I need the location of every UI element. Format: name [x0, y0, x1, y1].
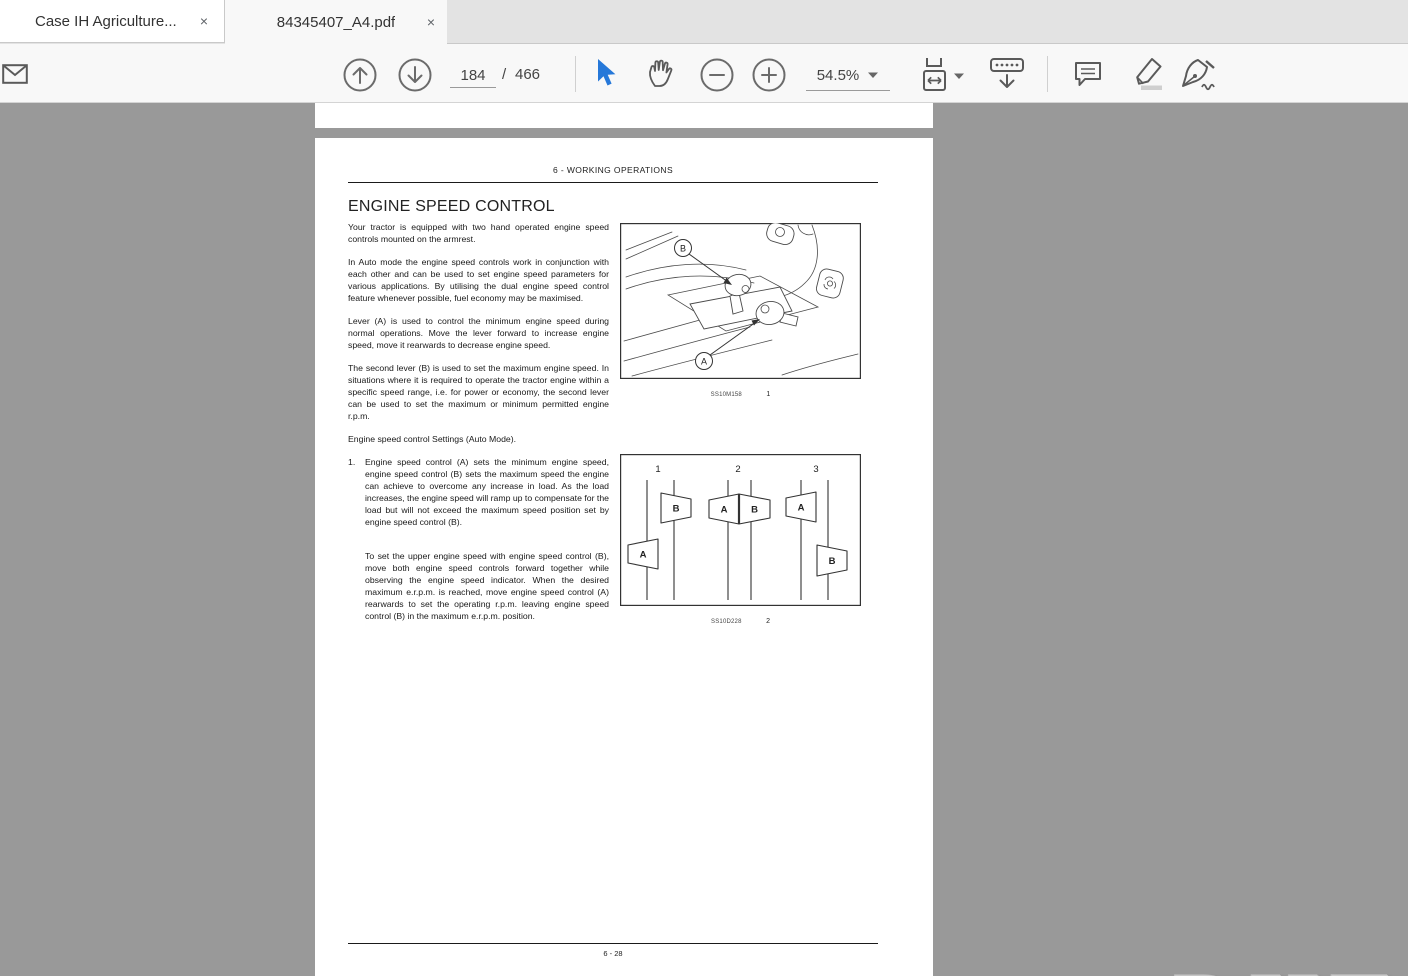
page-separator: /: [502, 66, 507, 83]
signature-icon[interactable]: [1178, 56, 1218, 92]
paragraph: The second lever (B) is used to set the …: [348, 363, 609, 421]
zoom-level-dropdown[interactable]: 54.5%: [806, 60, 890, 91]
watermark-logo-text: DHT: [1166, 967, 1392, 976]
paragraph: Lever (A) is used to control the minimum…: [348, 316, 609, 350]
zoom-dropdown-caret-icon: [868, 72, 879, 78]
list-number: 1.: [348, 457, 356, 467]
hand-tool-icon[interactable]: [644, 57, 676, 89]
tab-title: 84345407_A4.pdf: [276, 13, 396, 31]
figure2-position-2: 2: [735, 464, 740, 475]
page-number-input[interactable]: [450, 64, 496, 88]
figure2-lever-p3-bottom: B: [829, 556, 836, 567]
list-text: Engine speed control (A) sets the minimu…: [365, 457, 609, 527]
figure1-callout-a: A: [701, 357, 707, 367]
page-footer: 6 - 28: [603, 949, 623, 958]
paragraph: To set the upper engine speed with engin…: [365, 551, 609, 621]
toolbar-dock-icon[interactable]: [988, 56, 1026, 92]
fit-width-icon[interactable]: [918, 56, 952, 92]
zoom-out-icon[interactable]: [700, 58, 734, 92]
figure2-lever-p1-top: B: [673, 504, 680, 515]
close-icon[interactable]: ×: [425, 14, 437, 30]
paragraph: Your tractor is equipped with two hand o…: [348, 222, 609, 244]
figure2-lever-p3-top: A: [798, 503, 805, 514]
figure2-drawing: 1 2 3 B A A B A B: [620, 454, 861, 606]
fit-width-caret-icon[interactable]: [953, 72, 965, 80]
browser-tab-bar: Case IH Agriculture... × 84345407_A4.pdf…: [0, 0, 1408, 44]
zoom-in-icon[interactable]: [752, 58, 786, 92]
previous-page-bottom: [315, 103, 933, 128]
page-total: 466: [515, 66, 541, 83]
comment-icon[interactable]: [1073, 59, 1103, 89]
figure2-caption-code: SS10D228: [711, 619, 742, 625]
select-tool-icon[interactable]: [592, 58, 618, 88]
figure-armrest-levers: B A: [620, 223, 861, 379]
paragraph: In Auto mode the engine speed controls w…: [348, 257, 609, 303]
tab-title: Case IH Agriculture...: [35, 12, 177, 30]
pdf-toolbar: / 466 54.5%: [0, 44, 1408, 133]
toolbar-divider: [1047, 56, 1048, 92]
figure2-position-1: 1: [655, 464, 660, 475]
page-down-icon[interactable]: [398, 58, 432, 92]
footer-rule: [348, 943, 878, 944]
tab-case-ih-agriculture[interactable]: Case IH Agriculture... ×: [0, 0, 225, 43]
figure2-lever-p2-right: B: [751, 505, 758, 516]
highlighter-icon[interactable]: [1128, 56, 1166, 92]
pdf-viewport[interactable]: 6 - WORKING OPERATIONS ENGINE SPEED CONT…: [0, 103, 1408, 976]
header-rule: [348, 182, 878, 183]
dht-watermark: DHT Sharing creates success: [1050, 963, 1408, 976]
page-up-icon[interactable]: [343, 58, 377, 92]
figure1-caption: SS10M158 1: [620, 383, 861, 401]
figure2-caption-number: 2: [766, 618, 770, 625]
figure1-callout-b: B: [680, 244, 686, 254]
figure1-caption-code: SS10M158: [710, 392, 742, 398]
pdf-page-184: 6 - WORKING OPERATIONS ENGINE SPEED CONT…: [315, 138, 933, 976]
figure2-position-3: 3: [813, 464, 818, 475]
figure2-caption: SS10D228 2: [620, 610, 861, 628]
section-title: ENGINE SPEED CONTROL: [348, 198, 555, 215]
toolbar-divider: [575, 56, 576, 92]
figure-lever-positions: 1 2 3 B A A B A B: [620, 454, 861, 606]
figure2-lever-p2-left: A: [721, 505, 728, 516]
tab-pdf-document[interactable]: 84345407_A4.pdf ×: [225, 0, 447, 44]
figure1-drawing: B A: [620, 223, 861, 379]
zoom-value: 54.5%: [816, 66, 860, 84]
mail-icon[interactable]: [2, 64, 28, 84]
figure1-caption-number: 1: [766, 391, 771, 398]
figure2-lever-p1-bottom: A: [640, 550, 647, 561]
body-text-column: Your tractor is equipped with two hand o…: [348, 221, 609, 633]
paragraph: Engine speed control Settings (Auto Mode…: [348, 434, 517, 444]
page-header: 6 - WORKING OPERATIONS: [552, 165, 674, 175]
close-icon[interactable]: ×: [198, 13, 210, 29]
list-item: 1. Engine speed control (A) sets the min…: [348, 456, 609, 539]
